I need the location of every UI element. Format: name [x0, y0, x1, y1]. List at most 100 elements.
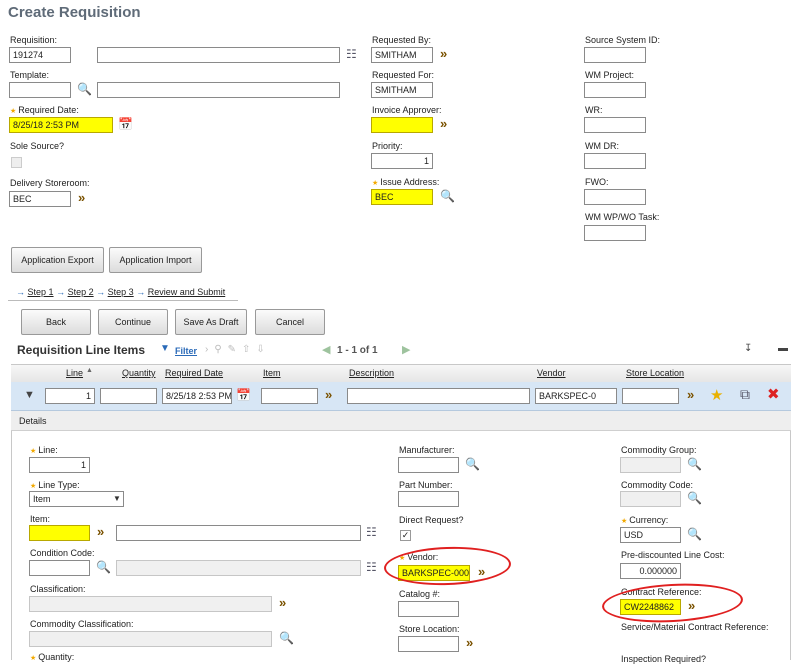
copy-line-icon[interactable]: ⧉: [740, 386, 750, 403]
filter-icon[interactable]: ▼: [160, 343, 170, 354]
delete-line-icon[interactable]: ✖: [767, 385, 780, 403]
review-submit-link[interactable]: Review and Submit: [148, 287, 226, 297]
next-page-icon[interactable]: ▶: [402, 343, 410, 356]
condition-long-description-icon[interactable]: ☷: [366, 560, 377, 574]
source-system-id-input[interactable]: [584, 47, 646, 63]
row-expand-icon[interactable]: ▼: [24, 389, 35, 401]
issue-address-input[interactable]: BEC: [371, 189, 433, 205]
required-date-input[interactable]: 8/25/18 2:53 PM: [9, 117, 113, 133]
delivery-storeroom-input[interactable]: BEC: [9, 191, 71, 207]
filter-link[interactable]: Filter: [175, 346, 197, 356]
line-input[interactable]: 1: [29, 457, 90, 473]
direct-request-label: Direct Request?: [399, 515, 464, 525]
row-store-location-input[interactable]: [622, 388, 679, 404]
priority-input[interactable]: 1: [371, 153, 433, 169]
details-heading: Details: [19, 416, 47, 426]
requested-for-label: Requested For:: [372, 70, 435, 80]
col-item[interactable]: Item: [263, 368, 281, 378]
item-chevron-icon[interactable]: »: [97, 525, 104, 539]
requested-for-input[interactable]: SMITHAM: [371, 82, 433, 98]
fwo-label: FWO:: [585, 177, 609, 187]
row-quantity-input[interactable]: [100, 388, 157, 404]
row-required-date-input[interactable]: 8/25/18 2:53 PM: [162, 388, 232, 404]
wm-wp-wo-task-input[interactable]: [584, 225, 646, 241]
commodity-code-search-icon[interactable]: 🔍: [687, 491, 702, 505]
item-desc-input[interactable]: [116, 525, 361, 541]
row-item-chevron-icon[interactable]: »: [325, 388, 332, 402]
pre-discounted-cost-input[interactable]: 0.000000: [620, 563, 681, 579]
requisition-input[interactable]: 191274: [9, 47, 71, 63]
issue-address-search-icon[interactable]: 🔍: [440, 189, 455, 203]
line-type-chevron-down-icon[interactable]: ▼: [113, 494, 121, 503]
col-vendor[interactable]: Vendor: [537, 368, 566, 378]
requested-by-input[interactable]: SMITHAM: [371, 47, 433, 63]
continue-button[interactable]: Continue: [98, 309, 168, 335]
sort-icon[interactable]: ▲: [86, 367, 93, 374]
collapse-icon[interactable]: ▬: [778, 343, 788, 354]
catalog-input[interactable]: [398, 601, 459, 617]
delivery-storeroom-chevron-icon[interactable]: »: [78, 191, 85, 205]
template-search-icon[interactable]: 🔍: [77, 82, 92, 96]
col-required-date[interactable]: Required Date: [165, 368, 223, 378]
download-icon[interactable]: ↧: [744, 343, 752, 354]
col-store-location[interactable]: Store Location: [626, 368, 684, 378]
application-import-button[interactable]: Application Import: [109, 247, 202, 273]
commodity-classification-search-icon[interactable]: 🔍: [279, 631, 294, 645]
long-description-icon[interactable]: ☷: [346, 47, 357, 61]
line-type-select[interactable]: Item: [29, 491, 124, 507]
favorite-star-icon[interactable]: ★: [710, 386, 723, 404]
store-location-chevron-icon[interactable]: »: [466, 636, 473, 650]
row-store-chevron-icon[interactable]: »: [687, 388, 694, 402]
condition-code-input[interactable]: [29, 560, 90, 576]
manufacturer-search-icon[interactable]: 🔍: [465, 457, 480, 471]
calendar-icon[interactable]: 📅: [118, 117, 133, 131]
condition-code-desc-input[interactable]: [116, 560, 361, 576]
wr-input[interactable]: [584, 117, 646, 133]
condition-code-search-icon[interactable]: 🔍: [96, 560, 111, 574]
row-calendar-icon[interactable]: 📅: [236, 388, 251, 402]
row-item-input[interactable]: [261, 388, 318, 404]
step-divider: [8, 300, 238, 301]
cancel-button[interactable]: Cancel: [255, 309, 325, 335]
template-input[interactable]: [9, 82, 71, 98]
commodity-code-input[interactable]: [620, 491, 681, 507]
invoice-approver-input[interactable]: [371, 117, 433, 133]
wm-project-label: WM Project:: [585, 70, 635, 80]
fwo-input[interactable]: [584, 189, 646, 205]
save-as-draft-button[interactable]: Save As Draft: [175, 309, 247, 335]
part-number-input[interactable]: [398, 491, 459, 507]
wm-dr-input[interactable]: [584, 153, 646, 169]
prev-page-icon[interactable]: ◀: [322, 343, 330, 356]
requisition-desc-input[interactable]: [97, 47, 340, 63]
store-location-input[interactable]: [398, 636, 459, 652]
step-1-link[interactable]: Step 1: [28, 287, 54, 297]
step-navigation: → Step 1 → Step 2 → Step 3 → Review and …: [16, 287, 226, 297]
col-quantity[interactable]: Quantity: [122, 368, 156, 378]
back-button[interactable]: Back: [21, 309, 91, 335]
currency-search-icon[interactable]: 🔍: [687, 527, 702, 541]
invoice-approver-chevron-icon[interactable]: »: [440, 117, 447, 131]
direct-request-checkbox[interactable]: ✓: [400, 530, 411, 541]
application-export-button[interactable]: Application Export: [11, 247, 104, 273]
commodity-classification-input[interactable]: [29, 631, 272, 647]
step-3-link[interactable]: Step 3: [108, 287, 134, 297]
commodity-group-input[interactable]: [620, 457, 681, 473]
row-vendor-input[interactable]: BARKSPEC-0: [535, 388, 617, 404]
row-line-input[interactable]: 1: [45, 388, 95, 404]
item-long-description-icon[interactable]: ☷: [366, 525, 377, 539]
col-line[interactable]: Line: [66, 368, 83, 378]
classification-chevron-icon[interactable]: »: [279, 596, 286, 610]
classification-input[interactable]: [29, 596, 272, 612]
catalog-label: Catalog #:: [399, 589, 441, 599]
manufacturer-input[interactable]: [398, 457, 459, 473]
requested-by-chevron-icon[interactable]: »: [440, 47, 447, 61]
step-2-link[interactable]: Step 2: [68, 287, 94, 297]
currency-input[interactable]: USD: [620, 527, 681, 543]
wm-project-input[interactable]: [584, 82, 646, 98]
col-description[interactable]: Description: [349, 368, 394, 378]
item-input[interactable]: [29, 525, 90, 541]
commodity-group-search-icon[interactable]: 🔍: [687, 457, 702, 471]
sole-source-checkbox[interactable]: [11, 157, 22, 168]
template-desc-input[interactable]: [97, 82, 340, 98]
row-description-input[interactable]: [347, 388, 530, 404]
